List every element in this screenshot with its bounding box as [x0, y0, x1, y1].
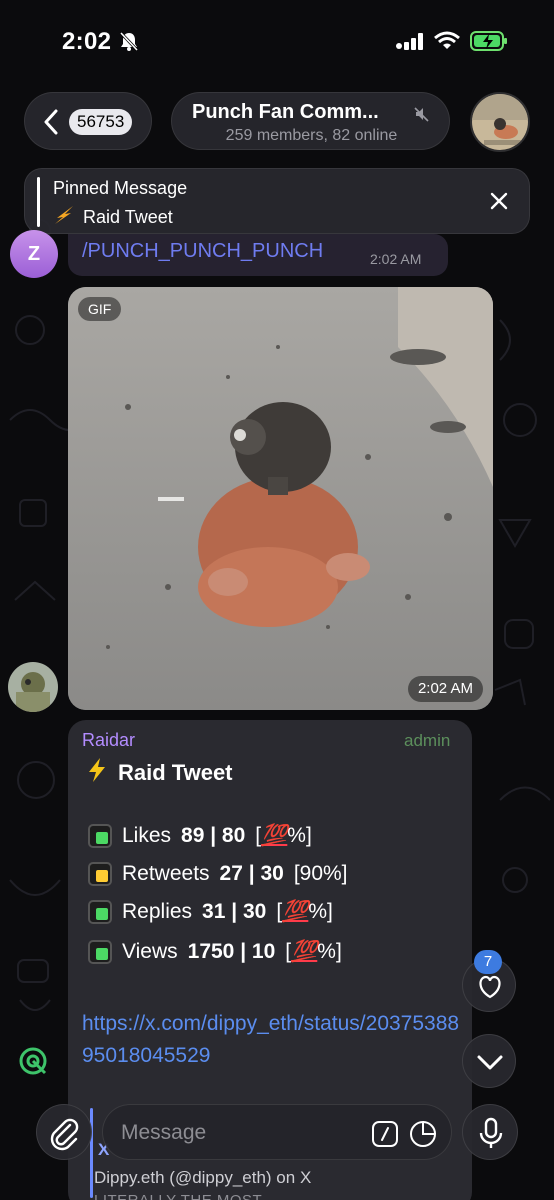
- gif-image: [68, 287, 493, 710]
- message-placeholder: Message: [121, 1121, 207, 1144]
- raid-title-text: Raid Tweet: [118, 760, 233, 785]
- message-input[interactable]: Message: [102, 1104, 452, 1160]
- raid-bot-icon[interactable]: [18, 1046, 48, 1081]
- battery-charging-icon: [470, 30, 508, 57]
- hundred-icon: 💯: [291, 940, 318, 963]
- stat-value: 1750 | 10: [187, 940, 276, 963]
- status-square-icon: [88, 940, 112, 964]
- raid-title: Raid Tweet: [86, 757, 233, 789]
- sender-name[interactable]: Raidar: [82, 730, 135, 751]
- chevron-left-icon: [43, 109, 59, 140]
- reaction-count-badge: 7: [474, 950, 502, 974]
- stat-percent: [💯%]: [255, 824, 312, 847]
- back-button[interactable]: 56753: [24, 92, 152, 150]
- paperclip-icon: [50, 1118, 79, 1151]
- stat-value: 89 | 80: [181, 824, 246, 847]
- muted-speaker-icon: [414, 106, 430, 127]
- chat-title-button[interactable]: Punch Fan Comm... 259 members, 82 online: [171, 92, 450, 150]
- sticker-icon[interactable]: [409, 1120, 437, 1153]
- cellular-signal-icon: [396, 32, 426, 55]
- hundred-icon: 💯: [261, 824, 288, 847]
- preview-title[interactable]: Dippy.eth (@dippy_eth) on X: [94, 1168, 311, 1188]
- stat-value: 27 | 30: [219, 862, 284, 885]
- stat-label: Views: [122, 940, 178, 963]
- stat-percent: [90%]: [293, 862, 348, 885]
- group-avatar[interactable]: [470, 92, 530, 152]
- lightning-icon: [86, 757, 108, 789]
- microphone-icon: [479, 1117, 503, 1148]
- status-square-icon: [88, 824, 112, 848]
- attach-button[interactable]: [36, 1104, 92, 1160]
- stat-row-views: Views 1750 | 10 [💯%]: [88, 940, 342, 964]
- gif-badge: GIF: [78, 297, 122, 321]
- message-bubble[interactable]: /PUNCH_PUNCH_PUNCH 2:02 AM: [68, 234, 448, 276]
- stat-label: Likes: [122, 824, 172, 847]
- bot-command-link[interactable]: /PUNCH_PUNCH_PUNCH: [82, 240, 323, 263]
- pinned-preview: Raid Tweet: [53, 205, 173, 230]
- chevron-down-icon: [477, 1055, 503, 1070]
- status-square-icon: [88, 862, 112, 886]
- silent-bell-icon: [118, 30, 140, 57]
- stat-value: 31 | 30: [202, 900, 267, 923]
- pinned-message-bar[interactable]: Pinned Message Raid Tweet: [24, 168, 530, 234]
- stat-label: Replies: [122, 900, 193, 923]
- status-square-icon: [88, 900, 112, 924]
- lightning-icon: [53, 205, 75, 230]
- voice-record-button[interactable]: [462, 1104, 518, 1160]
- stat-percent: [💯%]: [276, 900, 333, 923]
- message-time: 2:02 AM: [407, 676, 483, 702]
- chat-subtitle: 259 members, 82 online: [225, 127, 398, 144]
- hundred-icon: 💯: [282, 900, 309, 923]
- stat-row-replies: Replies 31 | 30 [💯%]: [88, 900, 333, 924]
- close-icon[interactable]: [489, 191, 509, 216]
- tweet-link[interactable]: https://x.com/dippy_eth/status/203753889…: [82, 1008, 462, 1072]
- bot-commands-icon[interactable]: [371, 1120, 399, 1153]
- status-time: 2:02: [62, 28, 112, 55]
- stat-row-retweets: Retweets 27 | 30 [90%]: [88, 862, 348, 886]
- avatar[interactable]: Z: [10, 230, 58, 278]
- pinned-text: Raid Tweet: [83, 207, 173, 227]
- pinned-indicator: [37, 177, 40, 227]
- scroll-down-button[interactable]: [462, 1034, 516, 1088]
- pinned-title: Pinned Message: [53, 178, 188, 198]
- status-bar: 2:02: [0, 0, 554, 86]
- avatar[interactable]: [8, 662, 58, 712]
- stat-row-likes: Likes 89 | 80 [💯%]: [88, 824, 312, 848]
- message-time: 2:02 AM: [370, 251, 422, 267]
- gif-message[interactable]: GIF 2:02 AM: [68, 287, 493, 710]
- unread-count-badge: 56753: [69, 109, 133, 135]
- admin-badge: admin: [404, 731, 451, 750]
- preview-description: LITERALLY THE MOST: [94, 1192, 262, 1200]
- chat-title: Punch Fan Comm...: [192, 101, 379, 123]
- stat-percent: [💯%]: [285, 940, 342, 963]
- stat-label: Retweets: [122, 862, 210, 885]
- wifi-icon: [434, 31, 460, 56]
